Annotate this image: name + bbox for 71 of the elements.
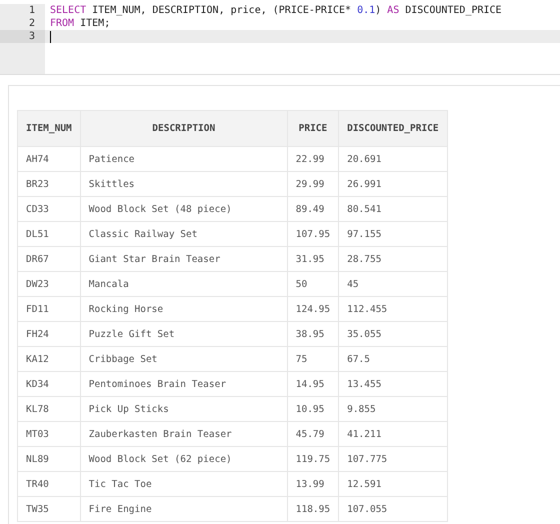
table-cell: Giant Star Brain Teaser [80,246,288,272]
table-cell: 14.95 [287,372,339,396]
table-cell: 26.991 [338,172,448,196]
code-line: FROM ITEM; [50,17,110,30]
table-cell: Wood Block Set (48 piece) [80,196,288,222]
table-cell: 119.75 [287,446,339,472]
table-cell: 45 [338,272,448,296]
column-header: DISCOUNTED_PRICE [338,110,448,146]
table-cell: BR23 [18,172,80,196]
table-cell: 67.5 [338,346,448,372]
table-cell: CD33 [18,196,80,222]
table-cell: 118.95 [287,496,339,522]
table-cell: 89.49 [287,196,339,222]
table-cell: 13.455 [338,372,448,396]
table-cell: 80.541 [338,196,448,222]
text-cursor [50,30,51,42]
table-cell: Classic Railway Set [80,222,288,246]
table-cell: 28.755 [338,246,448,272]
line-number-gutter [0,43,45,74]
table-cell: Skittles [80,172,288,196]
table-cell: Cribbage Set [80,346,288,372]
table-cell: TW35 [18,496,80,522]
column-header: ITEM_NUM [18,110,80,146]
table-cell: 107.055 [338,496,448,522]
line-number: 3 [0,30,45,43]
table-cell: 13.99 [287,472,339,496]
table-cell: 12.591 [338,472,448,496]
table-cell: 31.95 [287,246,339,272]
table-cell: Zauberkasten Brain Teaser [80,422,288,446]
table-cell: 35.055 [338,322,448,346]
table-cell: 20.691 [338,146,448,172]
table-cell: Fire Engine [80,496,288,522]
code-line: SELECT ITEM_NUM, DESCRIPTION, price, (PRICE-PRICE* 0.1) AS DISCOUNTED_PRICE [50,4,502,17]
table-cell: 29.99 [287,172,339,196]
table-cell: 10.95 [287,396,339,422]
column-header: PRICE [287,110,339,146]
table-cell: KD34 [18,372,80,396]
line-number: 2 [0,17,45,30]
table-cell: AH74 [18,146,80,172]
column-header: DESCRIPTION [80,110,288,146]
table-cell: DR67 [18,246,80,272]
table-cell: 124.95 [287,296,339,322]
table-cell: 97.155 [338,222,448,246]
table-cell: DW23 [18,272,80,296]
table-cell: KA12 [18,346,80,372]
table-cell: Mancala [80,272,288,296]
table-cell: 50 [287,272,339,296]
table-cell: Patience [80,146,288,172]
table-cell: 9.855 [338,396,448,422]
table-cell: DL51 [18,222,80,246]
line-number: 1 [0,4,45,17]
table-cell: Pentominoes Brain Teaser [80,372,288,396]
table-cell: FH24 [18,322,80,346]
table-cell: Pick Up Sticks [80,396,288,422]
table-cell: 107.775 [338,446,448,472]
table-cell: TR40 [18,472,80,496]
table-cell: KL78 [18,396,80,422]
table-cell: 112.455 [338,296,448,322]
table-cell: Puzzle Gift Set [80,322,288,346]
table-cell: Wood Block Set (62 piece) [80,446,288,472]
table-cell: 41.211 [338,422,448,446]
table-cell: MT03 [18,422,80,446]
table-cell: 38.95 [287,322,339,346]
table-cell: 107.95 [287,222,339,246]
table-cell: Tic Tac Toe [80,472,288,496]
table-cell: NL89 [18,446,80,472]
table-cell: 75 [287,346,339,372]
table-cell: FD11 [18,296,80,322]
table-cell: 45.79 [287,422,339,446]
table-cell: 22.99 [287,146,339,172]
table-cell: Rocking Horse [80,296,288,322]
